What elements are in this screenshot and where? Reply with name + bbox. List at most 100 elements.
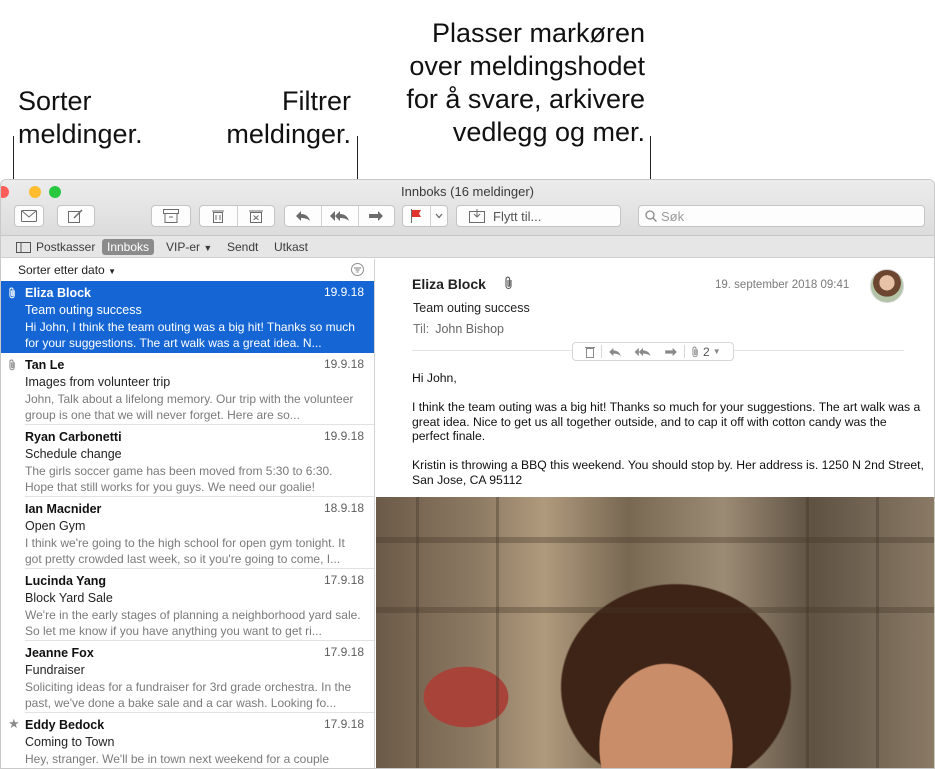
message-subject: Team outing success: [25, 303, 142, 317]
attachment-icon: [8, 359, 17, 371]
message-preview: We're in the early stages of planning a …: [25, 608, 361, 638]
archive-box-icon: [163, 209, 179, 223]
compose-button[interactable]: [57, 205, 95, 227]
message-preview: Soliciting ideas for a fundraiser for 3r…: [25, 680, 352, 710]
message-sender: Ian Macnider: [25, 502, 102, 516]
callout-hover-line: over meldingshodet: [409, 51, 645, 81]
reply-button[interactable]: [285, 206, 321, 226]
body-paragraph: Kristin is throwing a BBQ this weekend. …: [412, 458, 924, 487]
message-row[interactable]: Ryan Carbonetti 19.9.18 Schedule change The…: [1, 425, 374, 497]
favorites-bar: Postkasser Innboks VIP-er ▼ Sendt Utkast: [1, 236, 934, 258]
chevron-down-icon: ▼: [108, 267, 116, 276]
get-mail-button[interactable]: [14, 205, 44, 227]
reply-all-arrow-icon: [330, 211, 349, 221]
forward-button[interactable]: [357, 206, 394, 226]
message-row[interactable]: ★ Eddy Bedock 17.9.18 Coming to Town Hey, st…: [1, 713, 374, 768]
message-rows: Eliza Block 19.9.18 Team outing success Hi …: [1, 281, 374, 768]
reader-date: 19. september 2018 09:41: [715, 279, 850, 291]
body-paragraph: I think the team outing was a big hit! T…: [412, 400, 921, 443]
message-row[interactable]: Ian Macnider 18.9.18 Open Gym I think we're…: [1, 497, 374, 569]
message-body: Hi John, I think the team outing was a b…: [412, 371, 924, 502]
message-date: 17.9.18: [323, 717, 364, 731]
to-name: John Bishop: [435, 322, 505, 336]
trash-icon: [212, 210, 225, 223]
attached-photo: [376, 497, 934, 768]
message-date: 18.9.18: [323, 501, 364, 515]
callout-hover-line: for å svare, arkivere: [406, 84, 645, 114]
reply-all-arrow-icon: [634, 347, 651, 356]
message-date: 19.9.18: [323, 357, 364, 371]
message-row[interactable]: Eliza Block 19.9.18 Team outing success Hi …: [1, 281, 374, 353]
list-item: Eddy Bedock 17.9.18 Coming to Town Hey, str…: [25, 713, 374, 768]
message-subject: Images from volunteer trip: [25, 375, 171, 389]
sidebar-toggle-icon: [16, 241, 31, 253]
sort-by-date-menu[interactable]: Sorter etter dato ▼: [18, 263, 116, 277]
flag-group: [402, 205, 448, 227]
reader-sender: Eliza Block: [412, 276, 486, 292]
sort-bar: Sorter etter dato ▼: [1, 259, 374, 281]
vip-star-icon: ★: [8, 716, 20, 731]
message-preview: Hey, stranger. We'll be in town next wee…: [25, 752, 330, 766]
flag-menu-button[interactable]: [429, 206, 447, 226]
junk-icon: [248, 210, 263, 223]
filter-button[interactable]: [351, 263, 364, 276]
message-sender: Ryan Carbonetti: [25, 430, 122, 444]
flag-icon: [411, 209, 422, 223]
compose-icon: [68, 209, 83, 223]
callout-hover-line: vedlegg og mer.: [452, 117, 645, 147]
junk-button[interactable]: [236, 206, 274, 226]
message-sender: Tan Le: [25, 358, 65, 372]
favorites-vip[interactable]: VIP-er ▼: [161, 239, 217, 255]
message-preview: I think we're going to the high school f…: [25, 536, 345, 566]
attachment-icon: [504, 276, 514, 290]
message-date: 17.9.18: [323, 573, 364, 587]
mail-window: Innboks (16 meldinger) Flytt til... Søk …: [0, 179, 935, 769]
body-paragraph: Hi John,: [412, 371, 457, 385]
envelope-icon: [21, 210, 37, 222]
message-row[interactable]: Tan Le 19.9.18 Images from volunteer trip J…: [1, 353, 374, 425]
flag-button[interactable]: [403, 206, 430, 226]
header-reply-all-button[interactable]: [628, 347, 658, 357]
trash-button[interactable]: [200, 206, 237, 226]
favorites-mailboxes[interactable]: Postkasser: [11, 239, 100, 255]
message-preview: The girls soccer game has been moved fro…: [25, 464, 333, 494]
header-trash-button[interactable]: [579, 346, 601, 358]
callout-filter: Filtrer meldinger.: [226, 85, 351, 151]
header-forward-button[interactable]: [658, 347, 684, 357]
avatar: [870, 269, 904, 303]
favorites-inbox[interactable]: Innboks: [102, 239, 155, 255]
message-row[interactable]: Jeanne Fox 17.9.18 Fundraiser Soliciting id…: [1, 641, 374, 713]
archive-button[interactable]: [151, 205, 191, 227]
window-title: Innboks (16 meldinger): [401, 184, 534, 199]
callout-hover-line: Plasser markøren: [431, 18, 645, 48]
header-attachments-button[interactable]: 2 ▼: [685, 345, 727, 359]
list-item: Tan Le 19.9.18 Images from volunteer trip J…: [25, 353, 374, 425]
callout-sort: Sorter meldinger.: [18, 85, 143, 151]
message-date: 17.9.18: [323, 645, 364, 659]
sort-label: Sorter etter dato: [18, 263, 105, 277]
search-field[interactable]: [638, 205, 925, 227]
message-preview: Hi John, I think the team outing was a b…: [25, 320, 355, 350]
message-date: 19.9.18: [323, 429, 364, 443]
header-hover-toolbar: 2 ▼: [572, 342, 734, 361]
reading-pane: Eliza Block 19. september 2018 09:41 Tea…: [376, 259, 934, 768]
message-preview: John, Talk about a lifelong memory. Our …: [25, 392, 354, 422]
message-subject: Open Gym: [25, 519, 86, 533]
list-item: Lucinda Yang 17.9.18 Block Yard Sale We're …: [25, 569, 374, 641]
forward-arrow-icon: [665, 347, 677, 356]
message-sender: Lucinda Yang: [25, 574, 107, 588]
chevron-down-icon: ▼: [712, 347, 721, 356]
header-reply-button[interactable]: [602, 347, 628, 357]
favorites-drafts[interactable]: Utkast: [269, 239, 313, 255]
search-input[interactable]: [661, 208, 901, 224]
callout-sort-line: Sorter: [18, 86, 92, 116]
callout-filter-line: Filtrer: [282, 86, 351, 116]
titlebar: Innboks (16 meldinger) Flytt til... Søk: [1, 180, 934, 236]
search-icon: [645, 210, 657, 222]
favorites-sent[interactable]: Sendt: [222, 239, 263, 255]
message-row[interactable]: Lucinda Yang 17.9.18 Block Yard Sale We're …: [1, 569, 374, 641]
move-to-button[interactable]: Flytt til...: [456, 205, 621, 227]
message-subject: Coming to Town: [25, 735, 115, 749]
reply-all-button[interactable]: [321, 206, 357, 226]
chevron-down-icon: [435, 213, 443, 219]
